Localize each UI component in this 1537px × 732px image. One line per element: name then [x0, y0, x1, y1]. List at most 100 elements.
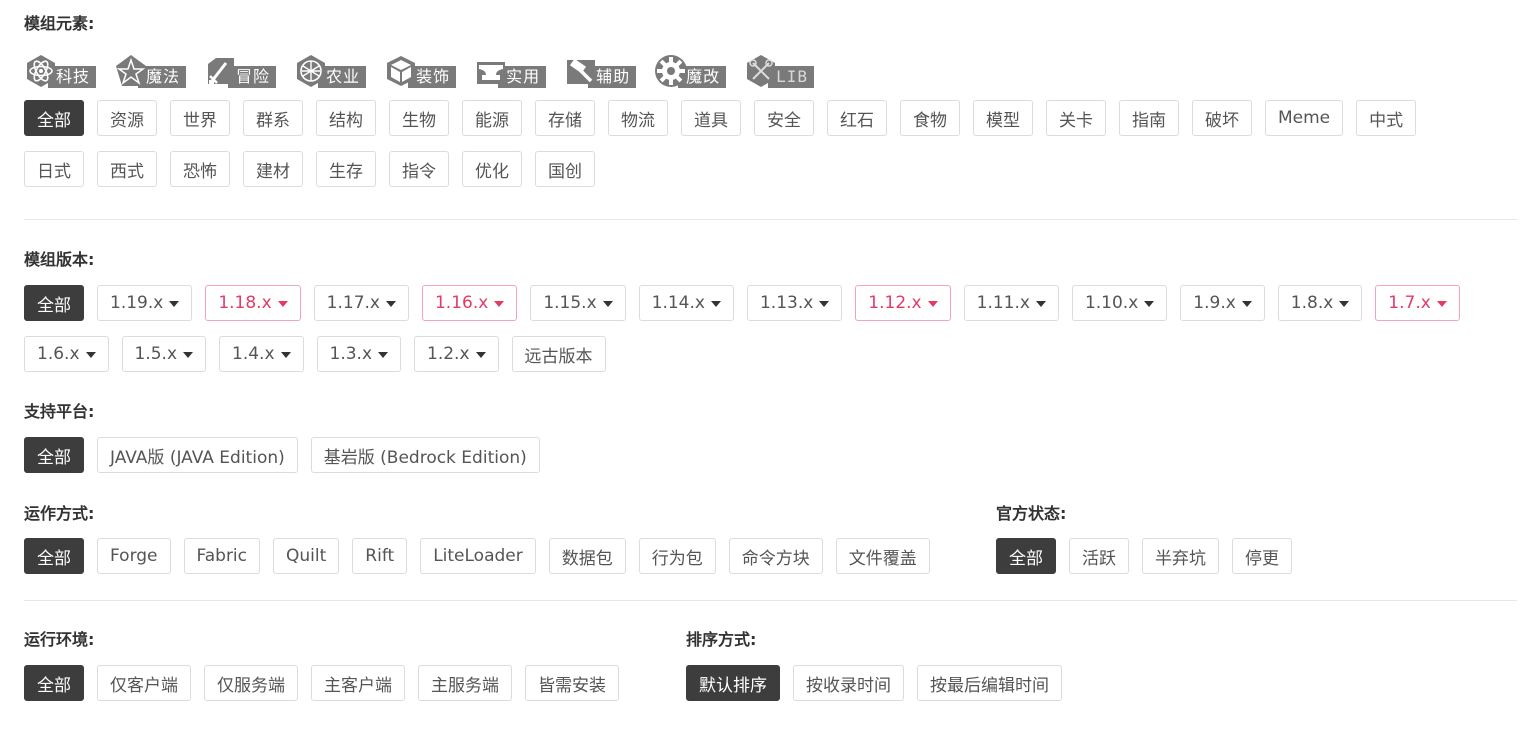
version-dropdown[interactable]: 1.10.x: [1071, 285, 1168, 321]
platform-option[interactable]: JAVA版 (JAVA Edition): [97, 437, 298, 473]
element-tag[interactable]: 食物: [900, 100, 960, 136]
element-tag[interactable]: Meme: [1265, 100, 1344, 136]
version-dropdown[interactable]: 1.15.x: [530, 285, 626, 321]
environment-option[interactable]: 主客户端: [311, 665, 405, 701]
category-sword[interactable]: 冒险: [204, 54, 277, 88]
version-dropdown[interactable]: 1.17.x: [313, 285, 409, 321]
option-label: 1.12.x: [868, 293, 922, 313]
category-pentagram[interactable]: 魔法: [114, 54, 187, 88]
category-cube[interactable]: 装饰: [384, 54, 457, 88]
category-hammer[interactable]: 辅助: [564, 54, 637, 88]
element-tag[interactable]: 物流: [608, 100, 668, 136]
option-label: 1.4.x: [232, 344, 275, 364]
element-tag[interactable]: 模型: [973, 100, 1033, 136]
element-tag[interactable]: 指南: [1119, 100, 1179, 136]
runmode-option[interactable]: Rift: [352, 538, 408, 574]
element-tag[interactable]: 优化: [462, 151, 522, 187]
runmode-option[interactable]: Forge: [97, 538, 171, 574]
option-label: 1.6.x: [37, 344, 80, 364]
option-label: JAVA版 (JAVA Edition): [110, 447, 285, 468]
environment-default-button[interactable]: 全部: [24, 665, 84, 701]
category-wheat-ball[interactable]: 农业: [294, 54, 367, 88]
version-ancient-button[interactable]: 远古版本: [511, 336, 606, 372]
element-tag[interactable]: 红石: [827, 100, 887, 136]
runmode-option[interactable]: 文件覆盖: [835, 538, 930, 574]
version-dropdown[interactable]: 1.8.x: [1277, 285, 1363, 321]
platform-default-button[interactable]: 全部: [24, 437, 84, 473]
version-dropdown[interactable]: 1.11.x: [963, 285, 1059, 321]
version-dropdown[interactable]: 1.9.x: [1180, 285, 1265, 321]
element-tag[interactable]: 指令: [389, 151, 449, 187]
option-label: 红石: [840, 110, 874, 131]
runmode-option[interactable]: 命令方块: [728, 538, 823, 574]
element-tag[interactable]: 中式: [1356, 100, 1417, 136]
sort-default-button[interactable]: 默认排序: [686, 665, 780, 701]
environment-option[interactable]: 皆需安装: [525, 665, 619, 701]
option-label: 主服务端: [431, 675, 499, 696]
element-tag[interactable]: 安全: [754, 100, 814, 136]
version-row-1: 全部 1.19.x 1.18.x 1.17.x 1.16.x 1.15.x 1.14.x 1.…: [24, 285, 1473, 321]
option-label: 半弃坑: [1155, 548, 1206, 569]
element-tag[interactable]: 世界: [170, 100, 230, 136]
runmode-option[interactable]: Fabric: [183, 538, 261, 574]
status-option[interactable]: 半弃坑: [1142, 538, 1219, 574]
sort-option[interactable]: 按收录时间: [793, 665, 904, 701]
element-tag[interactable]: 建材: [243, 151, 303, 187]
wheat-ball-icon: [294, 54, 328, 88]
sort-option[interactable]: 按最后编辑时间: [917, 665, 1062, 701]
element-tag[interactable]: 资源: [97, 100, 157, 136]
version-dropdown[interactable]: 1.7.x: [1375, 285, 1460, 321]
version-dropdown[interactable]: 1.12.x: [855, 285, 951, 321]
element-tag[interactable]: 恐怖: [170, 151, 230, 187]
element-tag[interactable]: 西式: [97, 151, 157, 187]
option-label: 恐怖: [183, 161, 217, 182]
option-label: 全部: [37, 675, 71, 696]
version-all-button[interactable]: 全部: [24, 285, 84, 321]
element-tag[interactable]: 破坏: [1192, 100, 1252, 136]
runmode-option[interactable]: 行为包: [638, 538, 716, 574]
option-label: 模型: [986, 110, 1020, 131]
version-dropdown[interactable]: 1.19.x: [97, 285, 193, 321]
runmode-option[interactable]: LiteLoader: [420, 538, 536, 574]
element-tag[interactable]: 结构: [316, 100, 376, 136]
version-dropdown[interactable]: 1.4.x: [219, 336, 304, 372]
version-dropdown[interactable]: 1.3.x: [316, 336, 401, 372]
runmode-option[interactable]: 数据包: [548, 538, 626, 574]
option-label: 生存: [329, 161, 363, 182]
caret-down-icon: [1436, 301, 1447, 307]
category-gear[interactable]: 魔改: [654, 54, 727, 88]
element-tag[interactable]: 群系: [243, 100, 303, 136]
category-anvil[interactable]: 实用: [474, 54, 547, 88]
option-label: 仅服务端: [217, 675, 285, 696]
environment-option[interactable]: 主服务端: [418, 665, 512, 701]
element-tag[interactable]: 道具: [681, 100, 741, 136]
environment-option[interactable]: 仅服务端: [204, 665, 298, 701]
element-tag[interactable]: 生物: [389, 100, 449, 136]
status-default-button[interactable]: 全部: [996, 538, 1056, 574]
version-dropdown[interactable]: 1.6.x: [24, 336, 109, 372]
runmode-default-button[interactable]: 全部: [24, 538, 84, 574]
element-tag[interactable]: 关卡: [1046, 100, 1106, 136]
version-dropdown[interactable]: 1.16.x: [421, 285, 518, 321]
version-dropdown[interactable]: 1.5.x: [121, 336, 206, 372]
status-option[interactable]: 活跃: [1069, 538, 1129, 574]
element-all-button[interactable]: 全部: [24, 100, 84, 136]
element-tag[interactable]: 国创: [535, 151, 595, 187]
element-tag[interactable]: 存储: [535, 100, 595, 136]
status-option[interactable]: 停更: [1232, 538, 1292, 574]
environment-option[interactable]: 仅客户端: [97, 665, 191, 701]
element-tag[interactable]: 生存: [316, 151, 376, 187]
version-dropdown[interactable]: 1.2.x: [414, 336, 499, 372]
caret-down-icon: [1035, 301, 1046, 307]
option-label: 1.19.x: [110, 293, 164, 313]
element-tag[interactable]: 能源: [462, 100, 522, 136]
version-dropdown[interactable]: 1.13.x: [746, 285, 843, 321]
version-dropdown[interactable]: 1.14.x: [638, 285, 734, 321]
status-label: 官方状态:: [996, 504, 1067, 523]
runmode-option[interactable]: Quilt: [273, 538, 340, 574]
version-dropdown[interactable]: 1.18.x: [205, 285, 301, 321]
category-tools[interactable]: LIB: [744, 54, 815, 88]
element-tag[interactable]: 日式: [24, 151, 84, 187]
category-atom[interactable]: 科技: [24, 54, 97, 88]
platform-option[interactable]: 基岩版 (Bedrock Edition): [310, 437, 540, 473]
